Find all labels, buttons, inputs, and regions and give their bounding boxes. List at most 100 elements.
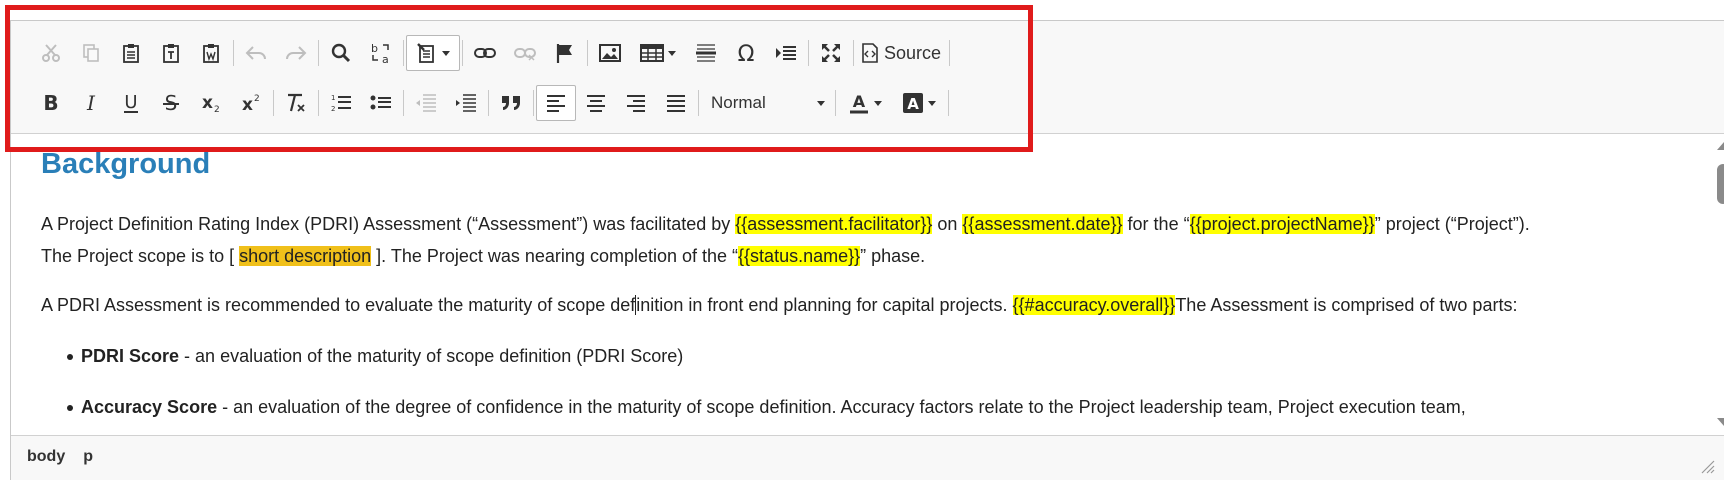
svg-text:I: I <box>86 92 96 114</box>
toolbar-separator <box>403 90 404 116</box>
list-item-title: Accuracy Score <box>81 397 218 417</box>
maximize-icon <box>822 44 840 62</box>
underline-button[interactable]: U <box>111 85 151 121</box>
bulleted-list-button[interactable] <box>361 85 401 121</box>
align-right-button[interactable] <box>616 85 656 121</box>
templates-icon <box>417 43 434 63</box>
element-path-item[interactable]: p <box>83 448 93 466</box>
svg-text:Ω: Ω <box>738 42 755 64</box>
highlighted-placeholder: short description <box>239 246 372 266</box>
paragraph-text: on <box>932 214 963 234</box>
find-button[interactable] <box>321 35 361 71</box>
underline-icon: U <box>124 92 138 113</box>
paste-button[interactable] <box>111 35 151 71</box>
background-color-button[interactable]: A <box>892 85 946 121</box>
image-button[interactable] <box>590 35 630 71</box>
link-icon <box>474 48 496 58</box>
bold-icon: B <box>43 92 58 114</box>
scrollbar-thumb[interactable] <box>1717 164 1724 204</box>
svg-text:1: 1 <box>331 94 335 102</box>
unlink-icon <box>514 48 536 61</box>
align-center-button[interactable] <box>576 85 616 121</box>
svg-text:a: a <box>382 53 389 65</box>
align-center-icon <box>587 95 605 112</box>
superscript-button[interactable]: x2 <box>231 85 271 121</box>
paste-text-button[interactable] <box>151 35 191 71</box>
resize-grip-icon[interactable] <box>1701 460 1715 474</box>
remove-format-button[interactable] <box>276 85 316 121</box>
vertical-scrollbar[interactable] <box>1711 134 1724 434</box>
superscript-icon: x2 <box>242 94 260 114</box>
maximize-button[interactable] <box>811 35 851 71</box>
paragraph-text: A PDRI Assessment is recommended to eval… <box>41 295 636 315</box>
editor-toolbar: ba Ω Source B I U x 2 x 2 1 2 Normal A A <box>11 21 1724 134</box>
svg-text:U: U <box>124 92 137 113</box>
search-icon <box>331 43 351 63</box>
template-placeholder: {{assessment.date}} <box>962 214 1123 234</box>
element-path-item[interactable]: body <box>27 448 65 466</box>
subscript-button[interactable]: x2 <box>191 85 231 121</box>
table-dropdown-button[interactable] <box>630 35 686 71</box>
toolbar-separator <box>488 90 489 116</box>
special-character-button[interactable]: Ω <box>726 35 766 71</box>
paste-from-word-button[interactable] <box>191 35 231 71</box>
unlink-button[interactable] <box>505 35 545 71</box>
scroll-down-arrow-icon[interactable] <box>1717 418 1724 426</box>
justify-button[interactable] <box>656 85 696 121</box>
templates-dropdown-button[interactable] <box>406 35 460 71</box>
find-replace-icon: ba <box>371 42 389 65</box>
copy-icon <box>83 44 99 62</box>
link-button[interactable] <box>465 35 505 71</box>
toolbar-separator <box>853 40 854 66</box>
paragraph-format-value: Normal <box>711 93 766 112</box>
quote-icon <box>502 96 520 110</box>
bulleted-list-icon <box>370 95 391 110</box>
cut-button[interactable] <box>31 35 71 71</box>
outdent-button[interactable] <box>406 85 446 121</box>
italic-button[interactable]: I <box>71 85 111 121</box>
template-placeholder: {{assessment.facilitator}} <box>735 214 933 234</box>
redo-button[interactable] <box>276 35 316 71</box>
text-color-button[interactable]: A <box>838 85 892 121</box>
replace-button[interactable]: ba <box>361 35 401 71</box>
anchor-button[interactable] <box>545 35 585 71</box>
copy-button[interactable] <box>71 35 111 71</box>
indent-button[interactable] <box>446 85 486 121</box>
element-path: body p <box>27 448 93 466</box>
toolbar-separator <box>587 40 588 66</box>
toolbar-separator <box>403 40 404 66</box>
paragraph-format-select[interactable]: Normal <box>701 85 833 121</box>
align-right-icon <box>627 95 645 112</box>
scroll-up-arrow-icon[interactable] <box>1717 142 1724 150</box>
source-button[interactable]: Source <box>856 35 947 71</box>
redo-icon <box>286 46 307 60</box>
indent-icon <box>456 94 476 112</box>
template-placeholder: {{status.name}} <box>738 246 861 266</box>
bold-button[interactable]: B <box>31 85 71 121</box>
paragraph-text: A Project Definition Rating Index (PDRI)… <box>41 214 736 234</box>
strikethrough-button[interactable]: S <box>151 85 191 121</box>
page-break-button[interactable] <box>766 35 806 71</box>
editor-content-area[interactable]: Background A Project Definition Rating I… <box>11 134 1701 434</box>
paragraph-text: The Project scope is to [ <box>41 246 240 266</box>
paragraph-text: The Assessment is comprised of two parts… <box>1175 295 1518 315</box>
horizontal-line-button[interactable] <box>686 35 726 71</box>
list-item: Accuracy Score - an evaluation of the de… <box>67 391 1466 423</box>
numbered-list-button[interactable]: 12 <box>321 85 361 121</box>
text-color-icon: A <box>850 92 868 114</box>
svg-text:2: 2 <box>214 105 220 114</box>
align-left-button[interactable] <box>536 85 576 121</box>
paragraph-1: A Project Definition Rating Index (PDRI)… <box>41 208 1530 272</box>
editor-status-bar: body p <box>11 435 1724 480</box>
content-heading: Background <box>41 148 211 180</box>
list-item-title: PDRI Score <box>81 346 180 366</box>
template-placeholder: {{project.projectName}} <box>1189 214 1375 234</box>
blockquote-button[interactable] <box>491 85 531 121</box>
toolbar-separator <box>273 90 274 116</box>
list-item-text: - an evaluation of the degree of confide… <box>217 397 1466 417</box>
source-icon <box>862 43 878 63</box>
toolbar-separator <box>808 40 809 66</box>
table-icon <box>640 44 664 62</box>
paste-word-icon <box>203 44 219 63</box>
undo-button[interactable] <box>236 35 276 71</box>
